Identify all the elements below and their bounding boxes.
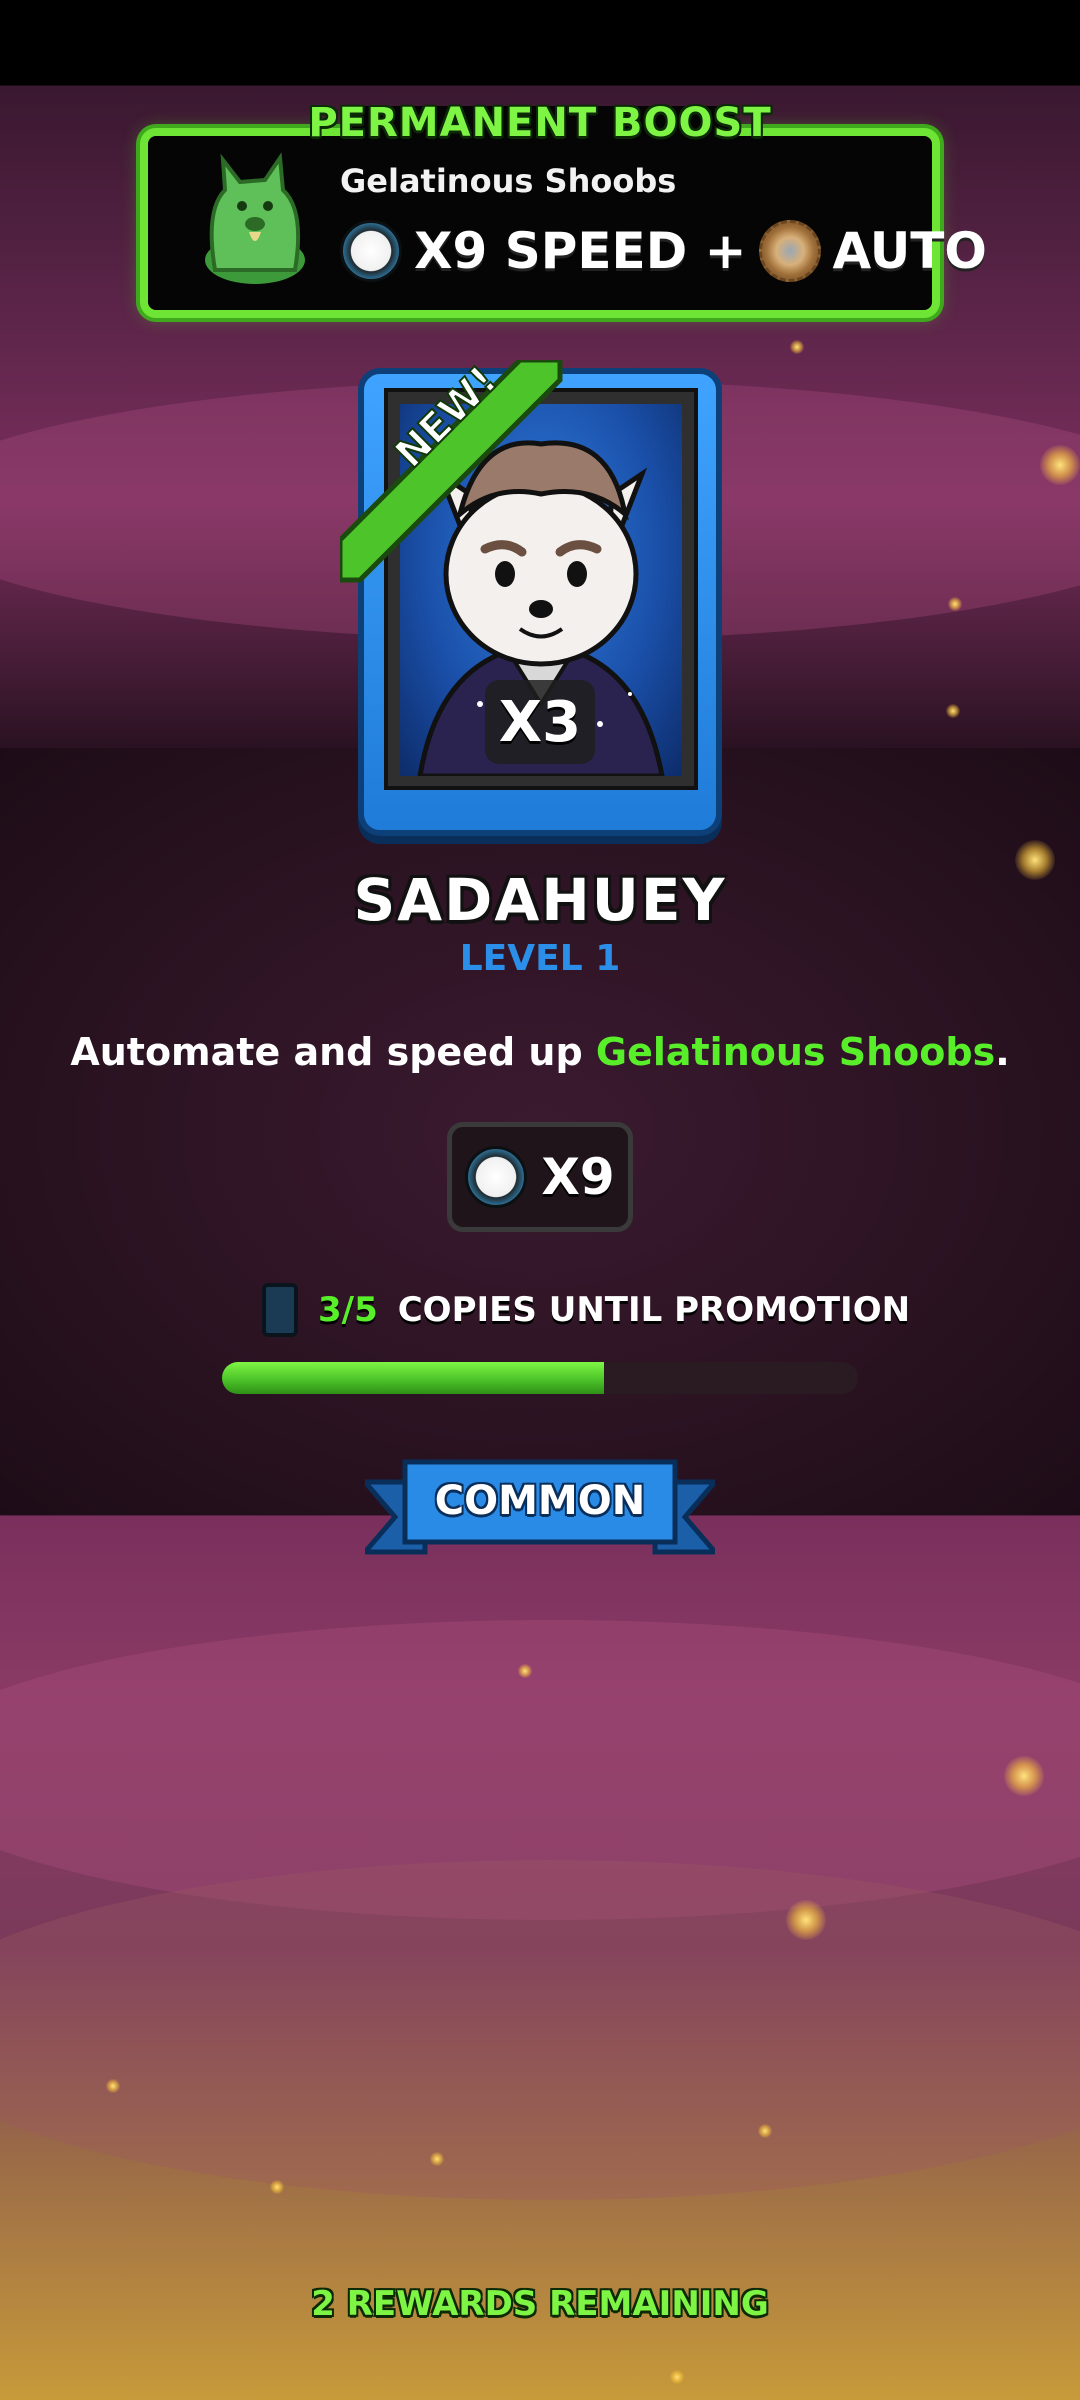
copies-badge: X3 bbox=[485, 680, 595, 764]
gear-icon bbox=[758, 220, 821, 282]
sparkle bbox=[1040, 445, 1080, 485]
sparkle bbox=[670, 2370, 684, 2384]
ability-description: Automate and speed up Gelatinous Shoobs. bbox=[0, 1030, 1080, 1074]
rewards-remaining: 2 REWARDS REMAINING bbox=[311, 2284, 769, 2324]
promotion-count: 3/5 bbox=[318, 1290, 378, 1330]
character-level: LEVEL 1 bbox=[459, 938, 621, 979]
sparkle bbox=[430, 2152, 444, 2166]
speedometer-icon bbox=[465, 1146, 528, 1208]
boost-speed-text: X9 SPEED + bbox=[414, 222, 747, 280]
gelatinous-shoob-icon bbox=[205, 152, 305, 284]
boost-title: PERMANENT BOOST bbox=[308, 100, 772, 146]
speed-stat-box: X9 bbox=[447, 1122, 633, 1232]
promotion-label: COPIES UNTIL PROMOTION bbox=[397, 1290, 911, 1330]
sparkle bbox=[948, 597, 962, 611]
boost-auto-text: AUTO bbox=[832, 222, 987, 280]
sparkle bbox=[106, 2079, 120, 2093]
description-suffix: . bbox=[995, 1030, 1010, 1074]
card-icon bbox=[262, 1283, 298, 1337]
sparkle bbox=[758, 2124, 772, 2138]
sparkle bbox=[786, 1900, 826, 1940]
sparkle bbox=[270, 2180, 284, 2194]
sparkle bbox=[790, 340, 804, 354]
character-name: SADAHUEY bbox=[353, 866, 727, 934]
reward-screen[interactable]: PERMANENT BOOST Gelatinous Shoobs X9 SPE… bbox=[0, 0, 1080, 2400]
promotion-progress-fill bbox=[222, 1362, 604, 1394]
speed-stat-value: X9 bbox=[541, 1148, 615, 1206]
sparkle bbox=[1004, 1756, 1044, 1796]
promotion-row: 3/5 COPIES UNTIL PROMOTION bbox=[262, 1282, 910, 1338]
boost-shoob-name: Gelatinous Shoobs bbox=[340, 162, 677, 200]
sparkle bbox=[946, 704, 960, 718]
speedometer-icon bbox=[340, 220, 402, 282]
boost-effect-line: X9 SPEED + AUTO bbox=[340, 218, 987, 284]
new-ribbon: NEW! bbox=[340, 360, 563, 583]
description-highlight: Gelatinous Shoobs bbox=[595, 1030, 996, 1074]
description-prefix: Automate and speed up bbox=[70, 1030, 596, 1074]
rarity-label: COMMON bbox=[434, 1478, 646, 1524]
sparkle bbox=[518, 1664, 532, 1678]
background-wave bbox=[0, 1860, 1080, 2200]
